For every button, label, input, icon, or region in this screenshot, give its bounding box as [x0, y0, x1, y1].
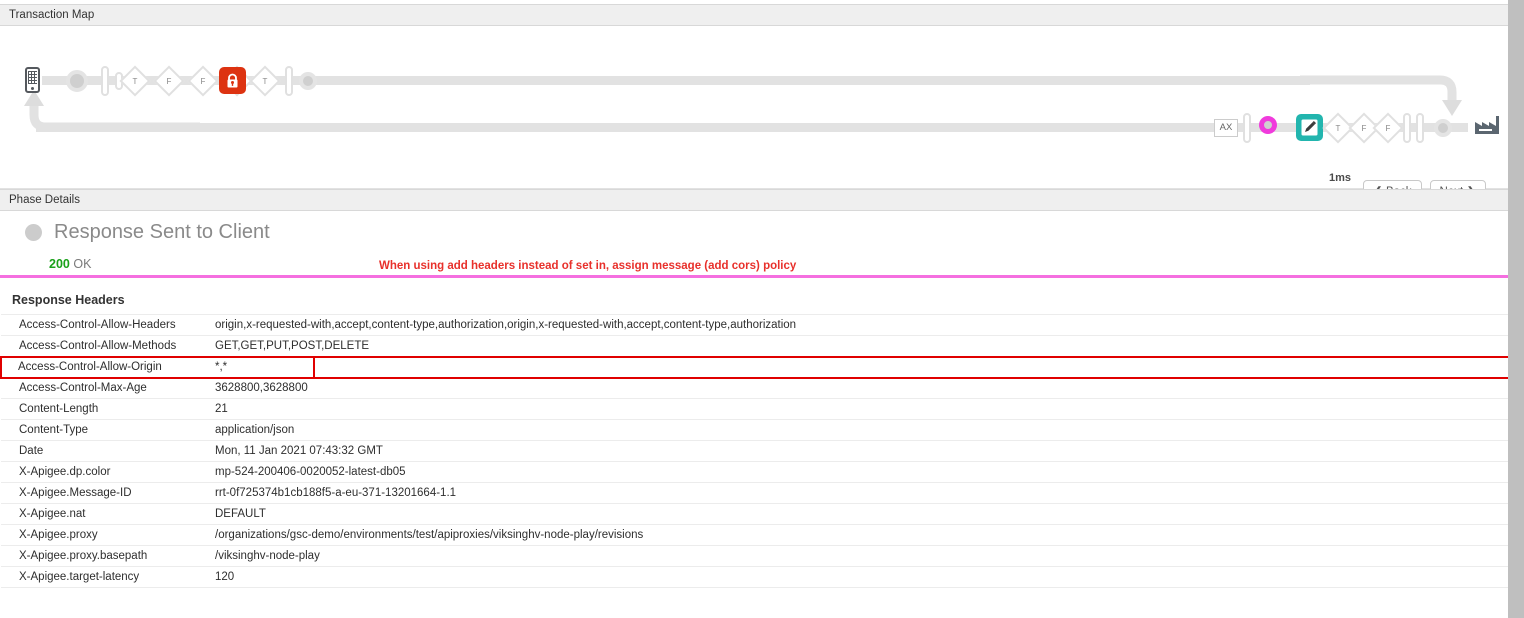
lock-icon[interactable] — [219, 67, 246, 94]
header-name-cell: X-Apigee.nat — [1, 504, 206, 525]
header-name-cell: Content-Length — [1, 399, 206, 420]
phase-divider — [0, 275, 1508, 278]
header-value-cell: DEFAULT — [206, 504, 1508, 525]
policy-node-label: F — [188, 77, 218, 86]
factory-glyph — [1474, 114, 1500, 135]
table-row: Access-Control-Allow-Origin*,* — [1, 357, 1508, 378]
header-name-cell: X-Apigee.Message-ID — [1, 483, 206, 504]
policy-node-label: T — [250, 77, 280, 86]
table-row: X-Apigee.target-latency120 — [1, 567, 1508, 588]
phase-name: Response Sent to Client — [54, 221, 270, 244]
table-row: X-Apigee.natDEFAULT — [1, 504, 1508, 525]
ax-badge[interactable]: AX — [1214, 119, 1238, 137]
header-name-cell: X-Apigee.proxy — [1, 525, 206, 546]
phase-details-title: Phase Details — [9, 194, 80, 206]
policy-node-label: F — [1373, 124, 1403, 133]
response-flow-line — [36, 123, 1216, 132]
pencil-icon[interactable] — [1296, 114, 1323, 141]
flow-separator-pill — [285, 66, 293, 96]
window-scrollbar[interactable] — [1508, 0, 1524, 618]
phase-title-row: Response Sent to Client — [25, 221, 270, 244]
table-row: X-Apigee.dp.colormp-524-200406-0020052-l… — [1, 462, 1508, 483]
header-value-cell: mp-524-200406-0020052-latest-db05 — [206, 462, 1508, 483]
table-row: X-Apigee.proxy/organizations/gsc-demo/en… — [1, 525, 1508, 546]
table-row: Access-Control-Allow-MethodsGET,GET,PUT,… — [1, 336, 1508, 357]
header-value-cell: rrt-0f725374b1cb188f5-a-eu-371-13201664-… — [206, 483, 1508, 504]
table-row: X-Apigee.Message-IDrrt-0f725374b1cb188f5… — [1, 483, 1508, 504]
mobile-phone-icon — [25, 67, 40, 93]
response-headers-title: Response Headers — [0, 293, 1508, 314]
flow-separator-pill — [1243, 113, 1251, 143]
warning-note: When using add headers instead of set in… — [379, 260, 796, 272]
header-name-cell: Access-Control-Allow-Headers — [1, 315, 206, 336]
table-row: Content-Typeapplication/json — [1, 420, 1508, 441]
flow-separator-pill — [101, 66, 109, 96]
header-value-cell: *,* — [206, 357, 1508, 378]
flow-separator-pill — [1403, 113, 1411, 143]
header-value-cell: application/json — [206, 420, 1508, 441]
header-name-cell: X-Apigee.dp.color — [1, 462, 206, 483]
request-end-node[interactable] — [299, 72, 317, 90]
factory-icon — [1474, 114, 1500, 140]
response-start-node[interactable] — [1434, 119, 1452, 137]
table-row: Access-Control-Allow-Headersorigin,x-req… — [1, 315, 1508, 336]
transaction-map-panel-header: Transaction Map — [0, 4, 1508, 26]
transaction-map-panel-body: T F F T T AX — [0, 26, 1508, 189]
header-value-cell: /viksinghv-node-play — [206, 546, 1508, 567]
policy-node-label: T — [120, 77, 150, 86]
header-value-cell: 3628800,3628800 — [206, 378, 1508, 399]
request-start-node[interactable] — [66, 70, 88, 92]
header-value-cell: origin,x-requested-with,accept,content-t… — [206, 315, 1508, 336]
header-name-cell: Content-Type — [1, 420, 206, 441]
header-name-cell: X-Apigee.target-latency — [1, 567, 206, 588]
phase-bullet-icon — [25, 224, 42, 241]
status-row: 200 OK — [49, 257, 91, 271]
response-headers-body: Access-Control-Allow-Headersorigin,x-req… — [1, 315, 1508, 588]
table-row: DateMon, 11 Jan 2021 07:43:32 GMT — [1, 441, 1508, 462]
lock-glyph — [225, 73, 240, 89]
policy-node-label: F — [154, 77, 184, 86]
timeline-duration-label: 1ms — [1310, 172, 1370, 184]
header-name-cell: X-Apigee.proxy.basepath — [1, 546, 206, 567]
phase-details-panel-body: Response Sent to Client 200 OK When usin… — [0, 211, 1508, 618]
pencil-glyph — [1300, 118, 1319, 137]
flow-connector-paths — [0, 26, 1508, 166]
response-headers-section: Response Headers Access-Control-Allow-He… — [0, 293, 1508, 588]
header-value-cell: /organizations/gsc-demo/environments/tes… — [206, 525, 1508, 546]
table-row: Access-Control-Max-Age3628800,3628800 — [1, 378, 1508, 399]
header-value-cell: Mon, 11 Jan 2021 07:43:32 GMT — [206, 441, 1508, 462]
request-flow-line-2 — [300, 76, 1310, 85]
header-value-cell: 21 — [206, 399, 1508, 420]
phase-details-panel-header: Phase Details — [0, 189, 1508, 211]
transaction-map-title: Transaction Map — [9, 9, 94, 21]
header-name-cell: Access-Control-Allow-Methods — [1, 336, 206, 357]
header-name-cell: Access-Control-Max-Age — [1, 378, 206, 399]
header-value-cell: GET,GET,PUT,POST,DELETE — [206, 336, 1508, 357]
header-name-cell: Date — [1, 441, 206, 462]
header-name-cell: Access-Control-Allow-Origin — [1, 357, 206, 378]
header-value-cell: 120 — [206, 567, 1508, 588]
transaction-map[interactable]: T F F T T AX — [0, 26, 1508, 166]
flow-separator-pill — [1416, 113, 1424, 143]
response-headers-table: Access-Control-Allow-Headersorigin,x-req… — [0, 314, 1508, 588]
table-row: X-Apigee.proxy.basepath/viksinghv-node-p… — [1, 546, 1508, 567]
status-code: 200 — [49, 257, 70, 271]
transaction-trace-page: Transaction Map — [0, 0, 1524, 618]
status-text: OK — [73, 257, 91, 271]
response-marker-node[interactable] — [1259, 116, 1277, 134]
table-row: Content-Length21 — [1, 399, 1508, 420]
